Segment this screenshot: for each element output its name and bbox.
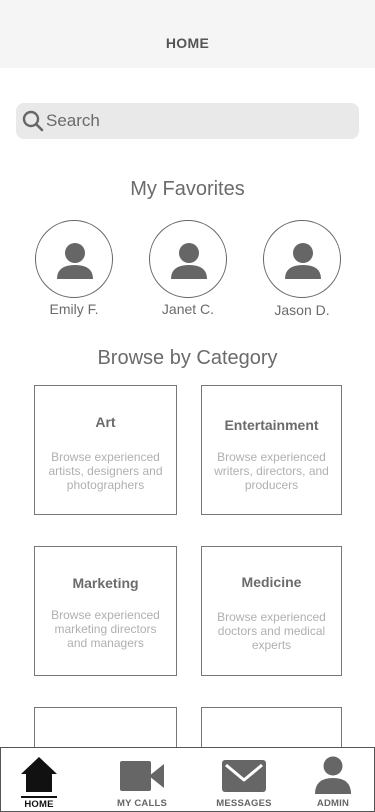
search-input[interactable]: [46, 103, 346, 139]
tab-admin[interactable]: ADMIN: [299, 748, 367, 811]
tab-label: MY CALLS: [117, 798, 167, 809]
category-description: Browse experienced marketing directors a…: [51, 608, 160, 650]
tab-my-calls[interactable]: MY CALLS: [101, 748, 183, 811]
search-icon: [22, 110, 44, 132]
tab-messages[interactable]: MESSAGES: [203, 748, 285, 811]
category-card-entertainment[interactable]: Entertainment Browse experienced writers…: [201, 385, 342, 515]
avatar[interactable]: [149, 220, 227, 298]
category-card-art[interactable]: Art Browse experienced artists, designer…: [34, 385, 177, 515]
favorite-item[interactable]: Janet C.: [148, 220, 228, 317]
category-card-medicine[interactable]: Medicine Browse experienced doctors and …: [201, 546, 342, 676]
favorite-item[interactable]: Jason D.: [262, 220, 342, 318]
page-title: HOME: [165, 35, 210, 51]
category-title: Art: [95, 414, 116, 430]
avatar[interactable]: [263, 220, 341, 298]
favorites-heading: My Favorites: [130, 178, 245, 200]
user-icon: [285, 243, 321, 279]
category-title: Medicine: [241, 574, 302, 590]
favorite-item[interactable]: Emily F.: [34, 220, 114, 317]
favorite-name: Janet C.: [161, 301, 215, 317]
category-heading: Browse by Category: [97, 347, 278, 369]
home-icon: [21, 757, 57, 792]
video-camera-icon: [120, 761, 164, 791]
category-card-marketing[interactable]: Marketing Browse experienced marketing d…: [34, 546, 177, 676]
header-bar: HOME: [0, 0, 375, 68]
bottom-tab-bar: HOME MY CALLS MESSAGES ADMIN: [0, 747, 375, 812]
envelope-icon: [222, 760, 266, 792]
category-description: Browse experienced doctors and medical e…: [217, 610, 326, 652]
user-icon: [315, 756, 351, 794]
user-icon: [57, 243, 93, 279]
category-description: Browse experienced writers, directors, a…: [214, 450, 329, 492]
favorite-name: Jason D.: [274, 302, 330, 318]
tab-home[interactable]: HOME: [1, 748, 77, 811]
category-title: Entertainment: [224, 417, 319, 433]
search-bar[interactable]: [16, 103, 359, 139]
avatar[interactable]: [35, 220, 113, 298]
active-tab-indicator: [21, 796, 57, 798]
tab-label: MESSAGES: [216, 798, 272, 809]
category-title: Marketing: [72, 575, 139, 591]
tab-label: HOME: [24, 799, 54, 810]
favorite-name: Emily F.: [49, 301, 99, 317]
tab-label: ADMIN: [316, 798, 350, 809]
category-description: Browse experienced artists, designers an…: [48, 450, 163, 492]
user-icon: [171, 243, 207, 279]
